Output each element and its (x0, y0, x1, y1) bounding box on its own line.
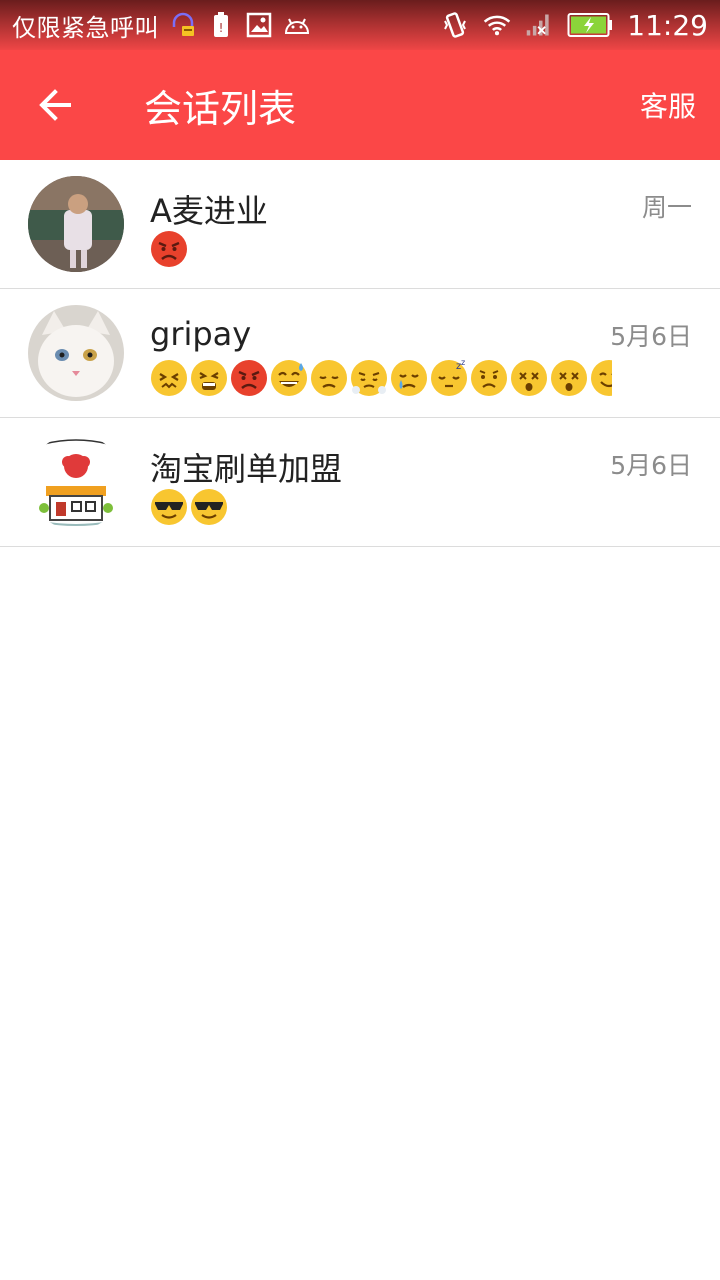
worried-emoji-icon (471, 360, 507, 396)
conversation-list: A麦进业 周一 gripay 5月6日 z z 淘宝刷单加盟 5月6日 (0, 160, 720, 547)
conversation-row[interactable]: gripay 5月6日 zz (0, 289, 720, 418)
confounded-emoji-icon (151, 360, 187, 396)
message-preview (150, 230, 612, 270)
triumph-emoji-icon (351, 360, 387, 396)
image-icon (245, 11, 273, 39)
headset-notification-icon (169, 11, 197, 39)
sweat-smile-emoji-icon (271, 360, 307, 396)
svg-text:z: z (461, 359, 465, 367)
disappointed-emoji-icon (311, 360, 347, 396)
angry-emoji-icon (151, 231, 187, 267)
wifi-icon (483, 11, 511, 39)
sunglasses-emoji-icon (151, 489, 187, 525)
conversation-row[interactable]: 淘宝刷单加盟 5月6日 (0, 418, 720, 547)
vibrate-icon (441, 11, 469, 39)
message-date: 周一 (641, 193, 692, 222)
avatar[interactable] (28, 176, 124, 272)
clock-text: 11:29 (627, 8, 708, 42)
back-button[interactable] (0, 50, 110, 160)
avatar[interactable] (28, 305, 124, 401)
contact-name: gripay (150, 315, 252, 353)
astonished-emoji-icon (511, 360, 547, 396)
avatar[interactable] (28, 434, 124, 530)
conversation-row[interactable]: A麦进业 周一 (0, 160, 720, 289)
sleepy-emoji-icon: zz (431, 359, 467, 396)
message-preview: zz (150, 359, 612, 399)
angry-emoji-icon (231, 360, 267, 396)
back-arrow-icon (39, 89, 71, 121)
crying-emoji-icon (391, 360, 427, 396)
page-title: 会话列表 (144, 86, 297, 131)
dizzy-emoji-icon (551, 360, 587, 396)
status-bar: 仅限紧急呼叫 ! 11:29 (0, 0, 720, 50)
battery-charging-icon (567, 11, 613, 39)
smile-emoji-icon (591, 360, 612, 396)
app-bar: 会话列表 客服 (0, 50, 720, 160)
carrier-text: 仅限紧急呼叫 (12, 13, 159, 42)
battery-alert-icon: ! (207, 11, 235, 39)
sunglasses-emoji-icon (191, 489, 227, 525)
no-signal-icon (525, 11, 553, 39)
message-preview (150, 488, 612, 528)
contact-name: A麦进业 (150, 192, 268, 230)
contact-name: 淘宝刷单加盟 (150, 450, 343, 488)
svg-text:!: ! (219, 21, 224, 35)
message-date: 5月6日 (610, 451, 692, 480)
tired-emoji-icon (191, 360, 227, 396)
message-date: 5月6日 (610, 322, 692, 351)
android-icon (283, 11, 311, 39)
customer-service-button[interactable]: 客服 (640, 85, 696, 125)
